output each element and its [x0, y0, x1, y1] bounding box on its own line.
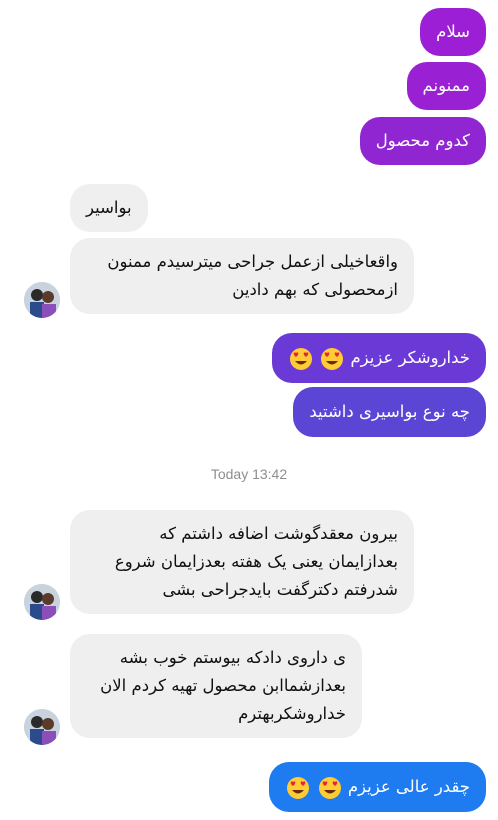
- message-line: خداروشکربهترم: [238, 704, 346, 723]
- message-line: ازمحصولی که بهم دادین: [232, 280, 398, 299]
- outgoing-message[interactable]: ممنونم: [406, 62, 486, 110]
- message-line: شدرفتم دکترگفت بایدجراحی بشی: [162, 580, 398, 599]
- heart-eyes-emoji: [321, 347, 344, 370]
- heart-eyes-emoji: [289, 347, 312, 370]
- message-line: بیرون معقدگوشت اضافه داشتم که: [159, 524, 398, 543]
- message-text: سلام: [436, 22, 470, 41]
- message-text: کدوم محصول: [375, 131, 470, 150]
- message-line: واقعاخیلی ازعمل جراحی میترسیدم ممنون: [107, 252, 398, 271]
- contact-avatar[interactable]: [24, 709, 60, 745]
- outgoing-message[interactable]: خداروشکر عزیزم: [271, 333, 486, 383]
- message-line: بعدازایمان یعنی یک هفته بعدزایمان شروع: [114, 552, 398, 571]
- message-text: بواسیر: [86, 198, 132, 217]
- message-text: چقدر عالی عزیزم: [347, 777, 470, 796]
- outgoing-message[interactable]: چه نوع بواسیری داشتید: [293, 387, 486, 437]
- heart-eyes-emoji: [318, 776, 341, 799]
- incoming-message[interactable]: ی داروی دادکه بیوستم خوب بشه بعدازشماابن…: [70, 634, 362, 738]
- incoming-message[interactable]: بواسیر: [70, 184, 148, 232]
- message-line: ی داروی دادکه بیوستم خوب بشه: [119, 648, 346, 667]
- message-text: خداروشکر عزیزم: [350, 348, 470, 367]
- timestamp: Today 13:42: [210, 466, 288, 482]
- message-text: چه نوع بواسیری داشتید: [309, 402, 470, 421]
- incoming-message[interactable]: واقعاخیلی ازعمل جراحی میترسیدم ممنون ازم…: [70, 238, 414, 314]
- heart-eyes-emoji: [287, 776, 310, 799]
- outgoing-message[interactable]: سلام: [420, 8, 486, 56]
- contact-avatar[interactable]: [24, 282, 60, 318]
- message-line: بعدازشماابن محصول تهیه کردم الان: [100, 676, 346, 695]
- incoming-message[interactable]: بیرون معقدگوشت اضافه داشتم که بعدازایمان…: [70, 510, 414, 614]
- outgoing-message[interactable]: کدوم محصول: [359, 117, 486, 165]
- message-text: ممنونم: [422, 76, 470, 95]
- outgoing-message[interactable]: چقدر عالی عزیزم: [269, 762, 486, 812]
- contact-avatar[interactable]: [24, 584, 60, 620]
